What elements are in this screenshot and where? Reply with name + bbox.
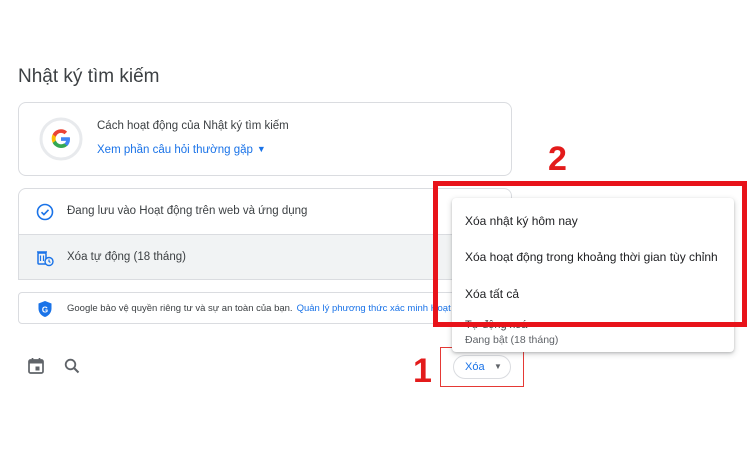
page-title: Nhật ký tìm kiếm [18,66,160,87]
annotation-step-1: 1 [413,352,432,390]
auto-delete-status: Đang bật (18 tháng) [465,334,559,346]
annotation-step-2: 2 [548,140,567,178]
calendar-icon[interactable] [27,357,45,375]
auto-delete-icon [37,251,54,267]
info-card-title: Cách hoạt động của Nhật ký tìm kiếm [97,120,289,132]
svg-text:G: G [42,305,48,314]
check-circle-icon [36,203,54,221]
shield-icon: G [38,301,52,317]
faq-link-label: Xem phần câu hỏi thường gặp [97,144,253,156]
annotation-box-delete-menu [433,181,747,327]
info-card: Cách hoạt động của Nhật ký tìm kiếm Xem … [18,102,512,176]
privacy-message: Google bảo vệ quyền riêng tư và sự an to… [67,303,293,314]
web-activity-label: Đang lưu vào Hoạt động trên web và ứng d… [67,205,308,217]
faq-link[interactable]: Xem phần câu hỏi thường gặp ▼ [97,144,266,156]
search-icon[interactable] [63,357,81,375]
privacy-text: Google bảo vệ quyền riêng tư và sự an to… [67,303,475,314]
caret-down-icon: ▼ [256,144,266,154]
annotation-box-delete-button [440,347,524,387]
auto-delete-label: Xóa tự động (18 tháng) [67,251,186,263]
google-logo-icon [39,117,83,161]
